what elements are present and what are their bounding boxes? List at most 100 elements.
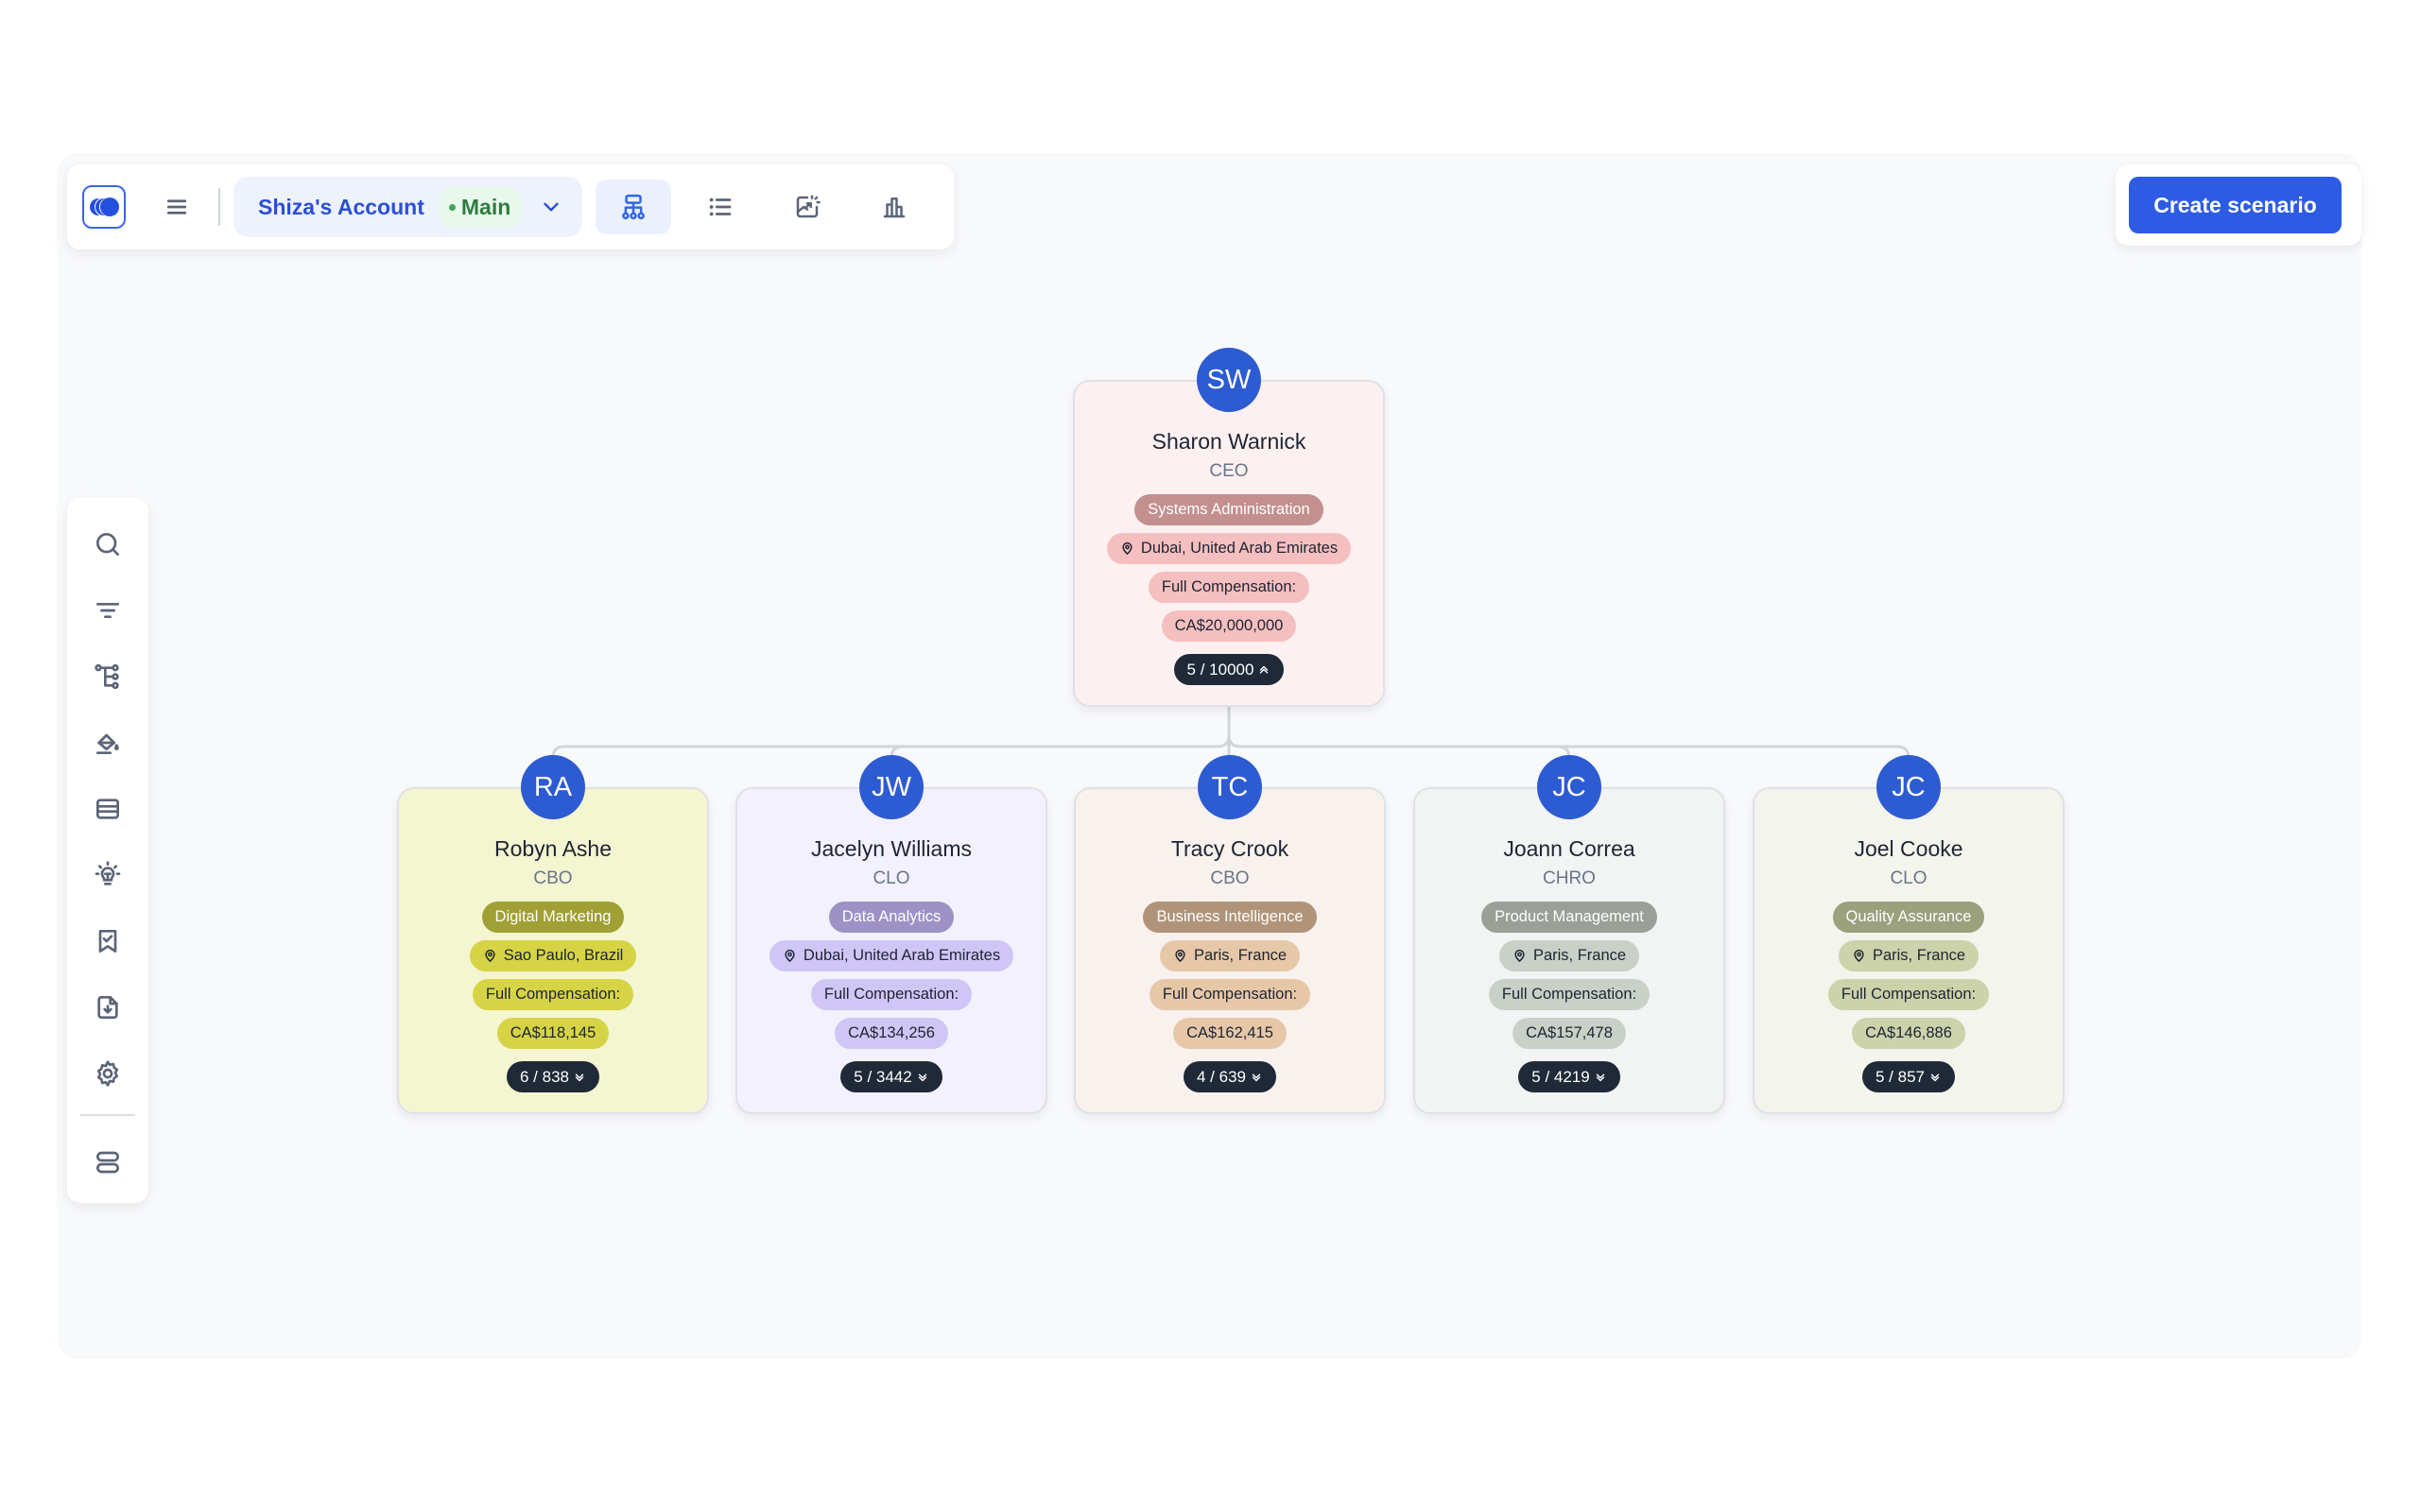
- reports-toggle[interactable]: 5 / 10000: [1173, 654, 1285, 685]
- avatar[interactable]: JW: [859, 755, 924, 819]
- location-text: Paris, France: [1532, 947, 1627, 964]
- location-pin-icon: [485, 949, 495, 963]
- department-badge: Systems Administration: [1134, 494, 1323, 525]
- location-text: Sao Paulo, Brazil: [503, 947, 624, 964]
- reports-count: 6 / 838: [520, 1067, 569, 1086]
- left-sidebar: [67, 498, 148, 1203]
- chevron-down-icon: [544, 202, 559, 212]
- reports-count: 5 / 3442: [854, 1067, 912, 1086]
- analytics-view-button[interactable]: [856, 180, 932, 234]
- location-text: Paris, France: [1872, 947, 1966, 964]
- employee-name: Robyn Ashe: [493, 836, 613, 861]
- compensation-label: Full Compensation:: [1148, 572, 1310, 603]
- filter-icon: [96, 603, 119, 618]
- employee-card-joel-cooke[interactable]: JC Joel Cooke CLO Quality Assurance Pari…: [1753, 755, 2065, 1114]
- list-view-button[interactable]: [683, 180, 758, 234]
- employee-card-robyn-ashe[interactable]: RA Robyn Ashe CBO Digital Marketing Sao …: [397, 755, 709, 1114]
- avatar[interactable]: TC: [1198, 755, 1262, 819]
- account-switcher[interactable]: Shiza's Account Main: [233, 177, 583, 237]
- employee-card-tracy-crook[interactable]: TC Tracy Crook CBO Business Intelligence…: [1074, 755, 1386, 1114]
- reports-toggle[interactable]: 6 / 838: [507, 1061, 599, 1092]
- list-view-icon: [710, 198, 732, 216]
- employee-card-jacelyn-williams[interactable]: JW Jacelyn Williams CLO Data Analytics D…: [735, 755, 1047, 1114]
- location-pin-icon: [1122, 541, 1132, 556]
- reports-toggle[interactable]: 5 / 3442: [840, 1061, 942, 1092]
- employee-role: CBO: [1210, 868, 1250, 888]
- reports-count: 5 / 4219: [1531, 1067, 1590, 1086]
- employee-role: CLO: [873, 868, 910, 888]
- employee-card-joann-correa[interactable]: JC Joann Correa CHRO Product Management …: [1413, 755, 1725, 1114]
- file-download-icon: [97, 996, 118, 1019]
- hamburger-menu-button[interactable]: [150, 180, 203, 233]
- branch-badge: Main: [439, 186, 523, 228]
- search-icon: [96, 533, 119, 556]
- toolbar-divider: [218, 188, 220, 226]
- hierarchy-icon: [95, 663, 119, 690]
- compensation-label: Full Compensation:: [472, 979, 634, 1010]
- sidebar-item-download[interactable]: [81, 982, 134, 1033]
- avatar[interactable]: SW: [1197, 348, 1261, 412]
- sidebar-item-saved-views[interactable]: [81, 916, 134, 967]
- sidebar-item-table[interactable]: [81, 783, 134, 834]
- layout-toggle-icon: [96, 1151, 119, 1174]
- chevrons-down-icon: [1252, 1073, 1261, 1081]
- reports-toggle[interactable]: 5 / 4219: [1518, 1061, 1620, 1092]
- location-pin-icon: [1175, 949, 1185, 963]
- location-text: Dubai, United Arab Emirates: [803, 947, 1001, 964]
- sidebar-divider: [80, 1114, 135, 1116]
- sidebar-item-insights[interactable]: [81, 850, 134, 901]
- department-badge: Digital Marketing: [481, 902, 625, 933]
- create-scenario-button[interactable]: Create scenario: [2129, 177, 2342, 233]
- export-image-icon: [797, 195, 821, 218]
- employee-name: Joel Cooke: [1854, 836, 1963, 861]
- chevrons-down-icon: [1930, 1073, 1940, 1081]
- export-image-button[interactable]: [769, 180, 845, 234]
- reports-count: 5 / 10000: [1186, 660, 1254, 679]
- location-badge: Paris, France: [1159, 940, 1301, 971]
- location-badge: Dubai, United Arab Emirates: [1106, 533, 1352, 564]
- lightbulb-icon: [95, 861, 121, 885]
- avatar[interactable]: JC: [1876, 755, 1941, 819]
- employee-role: CHRO: [1543, 868, 1596, 888]
- sidebar-item-color-fill[interactable]: [81, 717, 134, 768]
- compensation-label: Full Compensation:: [1149, 979, 1311, 1010]
- chevrons-down-icon: [575, 1073, 584, 1081]
- chevrons-down-icon: [1596, 1073, 1604, 1081]
- employee-role: CBO: [533, 868, 573, 888]
- location-pin-icon: [1514, 949, 1525, 963]
- paint-bucket-icon: [96, 733, 119, 754]
- location-pin-icon: [785, 949, 795, 963]
- location-pin-icon: [1854, 949, 1864, 963]
- branch-status-dot: [448, 203, 456, 211]
- location-badge: Dubai, United Arab Emirates: [769, 940, 1014, 971]
- department-badge: Data Analytics: [828, 902, 955, 933]
- location-badge: Paris, France: [1498, 940, 1640, 971]
- app-logo[interactable]: [82, 185, 126, 229]
- employee-name: Sharon Warnick: [1151, 429, 1306, 454]
- hamburger-menu-icon: [166, 199, 187, 215]
- top-toolbar: Shiza's Account Main: [67, 164, 954, 249]
- scenario-panel: Create scenario: [2116, 164, 2361, 246]
- chevrons-down-icon: [918, 1073, 926, 1081]
- org-chart-view-button[interactable]: [596, 180, 672, 234]
- sidebar-item-layout[interactable]: [81, 1137, 134, 1188]
- reports-toggle[interactable]: 5 / 857: [1862, 1061, 1955, 1092]
- compensation-value: CA$146,886: [1852, 1018, 1965, 1049]
- employee-card-sharon-warnick[interactable]: SW Sharon Warnick CEO Systems Administra…: [1073, 348, 1385, 707]
- compensation-value: CA$157,478: [1512, 1018, 1626, 1049]
- compensation-value: CA$162,415: [1173, 1018, 1287, 1049]
- reports-count: 4 / 639: [1197, 1067, 1246, 1086]
- sidebar-item-hierarchy[interactable]: [81, 651, 134, 702]
- org-chart-canvas[interactable]: [57, 153, 2361, 1359]
- sidebar-item-settings[interactable]: [81, 1048, 134, 1099]
- avatar[interactable]: RA: [521, 755, 585, 819]
- compensation-label: Full Compensation:: [1827, 979, 1990, 1010]
- location-badge: Sao Paulo, Brazil: [469, 940, 637, 971]
- sidebar-item-filter[interactable]: [81, 585, 134, 636]
- logo-icon: [90, 198, 119, 216]
- location-text: Paris, France: [1193, 947, 1288, 964]
- avatar[interactable]: JC: [1537, 755, 1601, 819]
- sidebar-item-search[interactable]: [81, 519, 134, 570]
- compensation-label: Full Compensation:: [1488, 979, 1651, 1010]
- reports-toggle[interactable]: 4 / 639: [1184, 1061, 1276, 1092]
